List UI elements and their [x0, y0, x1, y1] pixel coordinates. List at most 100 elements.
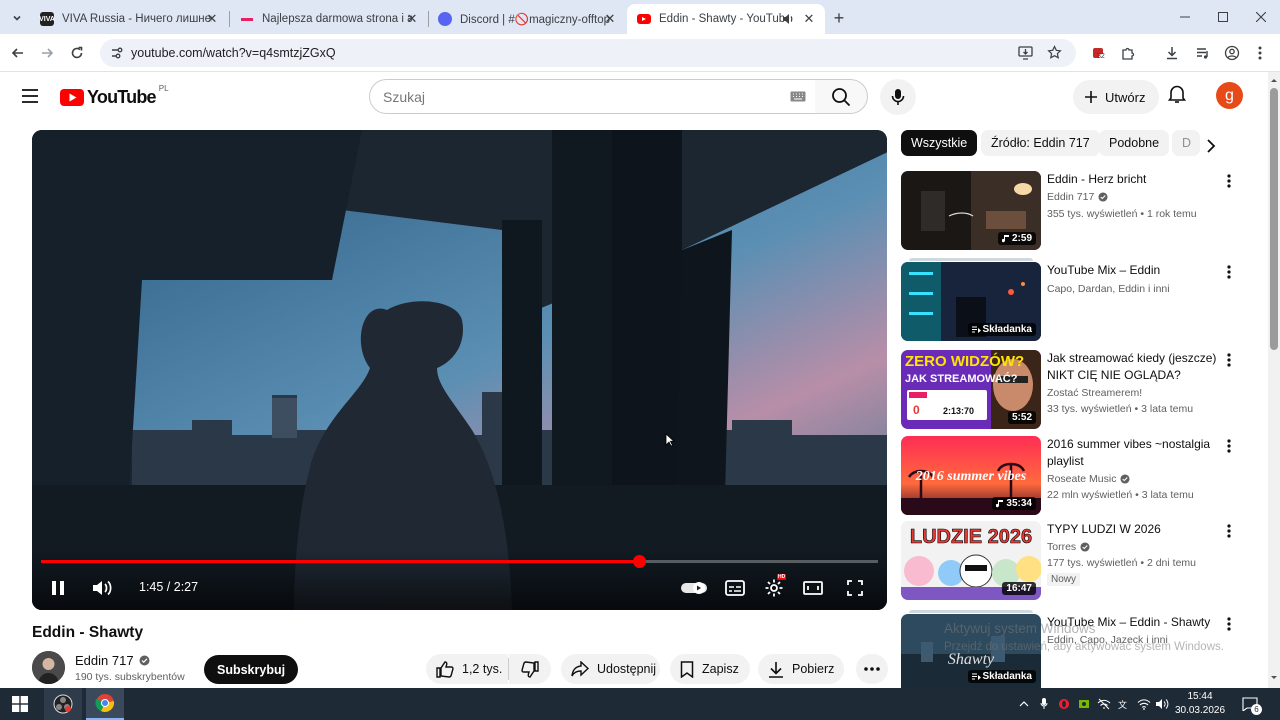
youtube-logo[interactable]: YouTube PL	[60, 84, 169, 108]
verified-badge-icon	[1098, 192, 1108, 202]
tab-search-button[interactable]	[6, 7, 28, 29]
tray-nvidia-icon[interactable]	[1076, 696, 1092, 712]
notifications-center-icon[interactable]: 6	[1240, 696, 1262, 715]
tray-opera-icon[interactable]	[1056, 696, 1072, 712]
pause-button[interactable]	[46, 576, 70, 600]
autoplay-toggle[interactable]	[680, 576, 708, 600]
maximize-button[interactable]	[1204, 0, 1242, 34]
recommendation-item[interactable]: 2:59 Eddin - Herz bricht Eddin 717 355 t…	[901, 171, 1261, 251]
recommendation-item[interactable]: Składanka YouTube Mix – Eddin Capo, Dard…	[901, 258, 1261, 342]
audio-playing-icon[interactable]	[781, 12, 795, 26]
settings-button[interactable]: HD	[761, 574, 787, 600]
back-button[interactable]	[6, 41, 30, 65]
chip-from-channel[interactable]: Źródło: Eddin 717	[981, 130, 1100, 156]
channel-avatar[interactable]	[32, 651, 65, 684]
page-scrollbar[interactable]	[1268, 72, 1280, 688]
notifications-bell-icon[interactable]	[1168, 84, 1186, 104]
recommendation-menu-icon[interactable]	[1223, 264, 1235, 280]
minimize-button[interactable]	[1166, 0, 1204, 34]
chip-partial[interactable]: D	[1172, 130, 1200, 156]
taskbar-app-chrome[interactable]	[86, 688, 124, 720]
download-button[interactable]: Pobierz	[758, 654, 844, 684]
extension-red-icon[interactable]: 32	[1089, 43, 1109, 63]
recommendation-menu-icon[interactable]	[1223, 616, 1235, 632]
close-window-button[interactable]	[1242, 0, 1280, 34]
video-thumbnail[interactable]: Składanka	[901, 262, 1041, 341]
share-button[interactable]: Udostępnij	[561, 654, 660, 684]
progress-scrubber[interactable]	[632, 555, 646, 568]
recommendation-title[interactable]: 2016 summer vibes ~nostalgia playlist	[1047, 436, 1222, 469]
browser-tab-viva[interactable]: VIVA VIVA Russia - Ничего лишнего ✕	[30, 4, 228, 34]
media-queue-icon[interactable]	[1193, 43, 1213, 63]
tray-language-icon[interactable]: 文	[1116, 696, 1132, 712]
downloads-icon[interactable]	[1162, 43, 1182, 63]
video-player[interactable]: 1:45 / 2:27 HD	[32, 130, 887, 610]
video-thumbnail[interactable]: ZERO WIDZÓW? JAK STREAMOWAĆ? 0 2:13:70 5…	[901, 350, 1041, 429]
more-actions-button[interactable]	[856, 654, 888, 684]
taskbar-clock[interactable]: 15:44 30.03.2026	[1170, 690, 1230, 718]
tray-microphone-icon[interactable]	[1036, 696, 1052, 712]
theater-mode-button[interactable]	[800, 576, 826, 600]
install-app-icon[interactable]	[1018, 46, 1033, 60]
address-bar[interactable]: youtube.com/watch?v=q4smtzjZGxQ	[100, 39, 1076, 67]
fullscreen-button[interactable]	[842, 576, 868, 600]
video-thumbnail[interactable]: LUDZIE 2026 16:47	[901, 521, 1041, 600]
recommendation-item[interactable]: ZERO WIDZÓW? JAK STREAMOWAĆ? 0 2:13:70 5…	[901, 350, 1261, 430]
tray-overflow-chevron-icon[interactable]	[1016, 696, 1032, 712]
channel-name[interactable]: Eddin 717	[75, 653, 134, 668]
reload-button[interactable]	[65, 41, 89, 65]
site-info-icon[interactable]	[110, 46, 124, 60]
tray-wifi-icon[interactable]	[1136, 696, 1152, 712]
start-button[interactable]	[0, 688, 40, 720]
volume-button[interactable]	[88, 576, 116, 600]
like-button[interactable]: 1,2 tys.	[426, 654, 508, 684]
bookmark-star-icon[interactable]	[1047, 45, 1062, 60]
recommendation-title[interactable]: Jak streamować kiedy (jeszcze) NIKT CIĘ …	[1047, 350, 1222, 383]
chip-all[interactable]: Wszystkie	[901, 130, 978, 156]
recommendation-menu-icon[interactable]	[1223, 173, 1235, 189]
chips-next-arrow-icon[interactable]	[1206, 138, 1216, 154]
subscribe-button[interactable]: Subskrybuj	[204, 655, 299, 684]
tray-volume-icon[interactable]	[1154, 696, 1170, 712]
forward-button[interactable]	[35, 41, 59, 65]
browser-tab-discord[interactable]: Discord | #🚫magiczny-offtop ✕	[428, 4, 626, 34]
chip-related[interactable]: Podobne	[1099, 130, 1170, 156]
recommendation-menu-icon[interactable]	[1223, 438, 1235, 454]
save-button[interactable]: Zapisz	[670, 654, 750, 684]
keyboard-icon[interactable]	[790, 91, 806, 102]
close-tab-icon[interactable]: ✕	[404, 11, 420, 27]
recommendation-item[interactable]: LUDZIE 2026 16:47 TYPY LUDZI W 2026 Torr…	[901, 521, 1261, 601]
extensions-puzzle-icon[interactable]	[1118, 43, 1138, 63]
close-tab-icon[interactable]: ✕	[801, 11, 817, 27]
scrollbar-thumb[interactable]	[1270, 88, 1278, 350]
recommendation-title[interactable]: Eddin - Herz bricht	[1047, 171, 1222, 188]
progress-bar[interactable]	[41, 555, 878, 568]
recommendation-menu-icon[interactable]	[1223, 523, 1235, 539]
video-thumbnail[interactable]: 2016 summer vibes 35:34	[901, 436, 1041, 515]
video-thumbnail[interactable]: 2:59	[901, 171, 1041, 250]
close-tab-icon[interactable]: ✕	[204, 11, 220, 27]
channel-name-row[interactable]: Eddin 717	[75, 653, 150, 668]
windows-taskbar: 文 15:44 30.03.2026 6	[0, 688, 1280, 720]
taskbar-app-obs[interactable]	[44, 688, 82, 720]
close-tab-icon[interactable]: ✕	[602, 11, 618, 27]
dislike-button[interactable]	[509, 654, 551, 684]
search-input[interactable]	[383, 88, 763, 105]
recommendation-menu-icon[interactable]	[1223, 352, 1235, 368]
recommendation-title[interactable]: TYPY LUDZI W 2026	[1047, 521, 1222, 538]
recommendation-item[interactable]: 2016 summer vibes 35:34 2016 summer vibe…	[901, 436, 1261, 516]
hamburger-menu-icon[interactable]	[22, 89, 38, 103]
tray-network-off-icon[interactable]	[1096, 696, 1112, 712]
voice-search-button[interactable]	[880, 79, 916, 115]
subtitles-button[interactable]	[722, 576, 748, 600]
search-button[interactable]	[815, 79, 868, 114]
browser-tab-najlepsza[interactable]: Najlepsza darmowa strona i apl ✕	[230, 4, 428, 34]
browser-tab-youtube[interactable]: Eddin - Shawty - YouTube ✕	[627, 4, 825, 34]
new-tab-button[interactable]: +	[828, 7, 850, 29]
account-avatar[interactable]: g	[1216, 82, 1243, 109]
browser-menu-icon[interactable]	[1250, 43, 1270, 63]
profile-icon[interactable]	[1222, 43, 1242, 63]
pink-line-favicon	[240, 12, 254, 26]
create-button[interactable]: Utwórz	[1073, 80, 1160, 114]
recommendation-title[interactable]: YouTube Mix – Eddin	[1047, 262, 1222, 279]
